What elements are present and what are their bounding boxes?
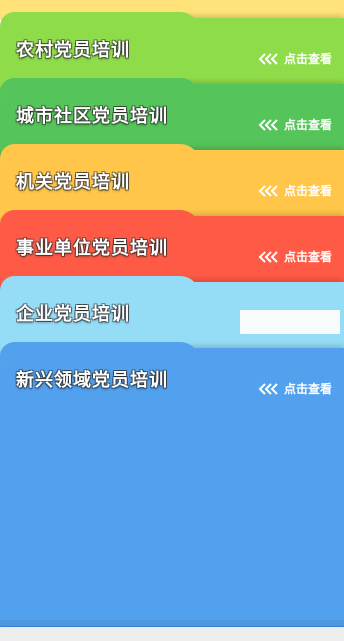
card-title: 企业党员培训 bbox=[16, 304, 130, 325]
view-link-label: 点击查看 bbox=[283, 52, 332, 66]
chevron-left-icon bbox=[258, 118, 278, 131]
card-title: 城市社区党员培训 bbox=[16, 106, 168, 127]
chevron-left-icon bbox=[258, 184, 278, 197]
card-title: 农村党员培训 bbox=[16, 40, 130, 61]
card-title: 机关党员培训 bbox=[16, 172, 130, 193]
view-link-label: 点击查看 bbox=[283, 118, 332, 132]
view-link-placeholder[interactable] bbox=[240, 310, 340, 334]
view-link-label: 点击查看 bbox=[283, 184, 332, 198]
view-link[interactable]: 点击查看 bbox=[258, 380, 332, 397]
card-title: 新兴领域党员培训 bbox=[16, 370, 168, 391]
chevron-left-icon bbox=[258, 382, 278, 395]
view-link[interactable]: 点击查看 bbox=[258, 248, 332, 265]
view-link[interactable]: 点击查看 bbox=[258, 116, 332, 133]
chevron-left-icon bbox=[258, 250, 278, 263]
card-emerging-fields[interactable]: 新兴领域党员培训 点击查看 bbox=[0, 342, 344, 626]
view-link-label: 点击查看 bbox=[283, 382, 332, 396]
view-link[interactable]: 点击查看 bbox=[258, 182, 332, 199]
view-link-label: 点击查看 bbox=[283, 250, 332, 264]
card-title: 事业单位党员培训 bbox=[16, 238, 168, 259]
view-link[interactable]: 点击查看 bbox=[258, 50, 332, 67]
chevron-left-icon bbox=[258, 52, 278, 65]
training-list-screen: 农村党员培训 点击查看 城市社区党员培训 点击查看 机关党员培训 点击查看 事业… bbox=[0, 0, 344, 641]
